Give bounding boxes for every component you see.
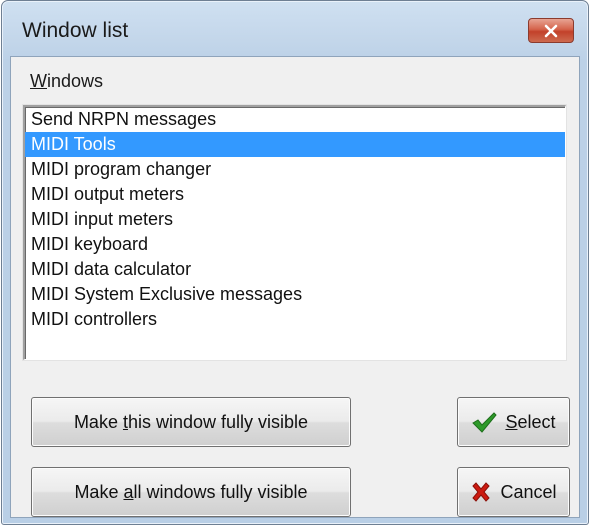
label-part: ll windows fully visible [133,481,308,502]
label-part: Make [73,411,123,432]
list-item[interactable]: Send NRPN messages [25,107,565,132]
list-item[interactable]: MIDI data calculator [25,257,565,282]
cancel-button[interactable]: Cancel [457,467,570,517]
label-part: elect [517,411,556,432]
windows-listbox[interactable]: Send NRPN messages MIDI Tools MIDI progr… [23,105,566,360]
list-item[interactable]: MIDI program changer [25,157,565,182]
window-list-dialog: Window list Windows Send NRPN messages M… [1,0,589,525]
label-accelerator: S [505,411,518,432]
make-all-visible-label: Make all windows fully visible [74,482,307,503]
close-icon [543,24,559,38]
list-item[interactable]: MIDI output meters [25,182,565,207]
window-title: Window list [22,19,129,42]
cancel-label: Cancel [500,481,557,502]
close-button[interactable] [528,18,574,43]
list-item[interactable]: MIDI controllers [25,307,565,332]
checkmark-icon [471,411,498,433]
make-window-visible-button[interactable]: Make this window fully visible [31,397,351,447]
windows-label-rest: indows [47,71,104,91]
label-part: his window fully visible [127,411,309,432]
list-item[interactable]: MIDI input meters [25,207,565,232]
make-all-visible-button[interactable]: Make all windows fully visible [31,467,351,517]
list-item[interactable]: MIDI System Exclusive messages [25,282,565,307]
dialog-client-area: Windows Send NRPN messages MIDI Tools MI… [10,56,580,518]
list-item[interactable]: MIDI keyboard [25,232,565,257]
list-item-selected[interactable]: MIDI Tools [25,132,565,157]
windows-label-accelerator: W [30,71,47,91]
title-bar[interactable]: Window list [2,1,588,56]
red-x-icon [470,481,492,503]
windows-group-label: Windows [30,71,103,92]
label-part: Make [74,481,124,502]
select-label: Select [505,412,555,433]
select-button[interactable]: Select [457,397,570,447]
make-window-visible-label: Make this window fully visible [74,412,308,433]
label-accelerator: a [123,481,134,502]
